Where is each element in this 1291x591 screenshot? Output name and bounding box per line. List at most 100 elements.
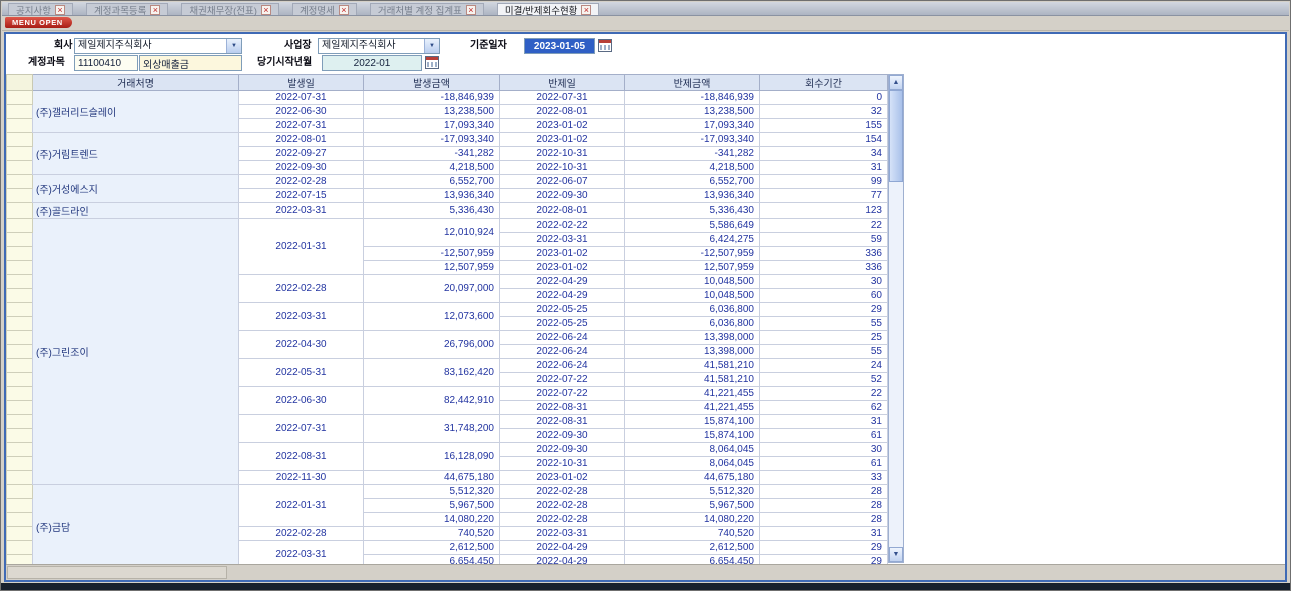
grid-cell[interactable]: 2023-01-02 xyxy=(500,247,625,261)
grid-cell[interactable]: -341,282 xyxy=(625,147,760,161)
customer-name-cell[interactable]: (주)골드라인 xyxy=(33,203,239,219)
grid-cell[interactable]: 2022-08-01 xyxy=(500,105,625,119)
calendar-icon[interactable] xyxy=(598,39,612,52)
grid-cell[interactable]: 5,336,430 xyxy=(625,203,760,219)
grid-cell[interactable]: 31 xyxy=(760,161,888,175)
grid-cell[interactable]: 2022-04-30 xyxy=(239,331,364,359)
customer-name-cell[interactable]: (주)거성에스지 xyxy=(33,175,239,203)
grid-cell[interactable]: 2022-01-31 xyxy=(239,219,364,275)
grid-cell[interactable]: 336 xyxy=(760,261,888,275)
grid-cell[interactable]: 2022-06-24 xyxy=(500,331,625,345)
grid-cell[interactable]: 15,874,100 xyxy=(625,415,760,429)
row-header-cell[interactable] xyxy=(7,443,33,457)
scroll-up-icon[interactable]: ▲ xyxy=(889,75,903,90)
grid-cell[interactable]: 155 xyxy=(760,119,888,133)
grid-cell[interactable]: 2022-03-31 xyxy=(500,527,625,541)
grid-cell[interactable]: 2022-02-28 xyxy=(500,499,625,513)
grid-cell[interactable]: 2022-09-27 xyxy=(239,147,364,161)
grid-cell[interactable]: 61 xyxy=(760,457,888,471)
row-header-cell[interactable] xyxy=(7,317,33,331)
grid-cell[interactable]: 12,073,600 xyxy=(364,303,500,331)
grid-cell[interactable]: 2022-02-28 xyxy=(500,485,625,499)
grid-cell[interactable]: 31 xyxy=(760,415,888,429)
grid-cell[interactable]: 14,080,220 xyxy=(625,513,760,527)
grid-cell[interactable]: 2,612,500 xyxy=(364,541,500,555)
grid-cell[interactable]: -12,507,959 xyxy=(625,247,760,261)
grid-cell[interactable]: 2022-10-31 xyxy=(500,147,625,161)
row-header-cell[interactable] xyxy=(7,161,33,175)
grid-cell[interactable]: 30 xyxy=(760,275,888,289)
grid-cell[interactable]: 10,048,500 xyxy=(625,275,760,289)
row-header-cell[interactable] xyxy=(7,175,33,189)
grid-cell[interactable]: 13,238,500 xyxy=(625,105,760,119)
grid-cell[interactable]: 2022-02-28 xyxy=(500,513,625,527)
grid-cell[interactable]: 2022-08-01 xyxy=(239,133,364,147)
grid-cell[interactable]: 61 xyxy=(760,429,888,443)
row-header-cell[interactable] xyxy=(7,247,33,261)
account-code-input[interactable] xyxy=(74,55,138,71)
row-header-cell[interactable] xyxy=(7,359,33,373)
grid-cell[interactable]: 83,162,420 xyxy=(364,359,500,387)
grid-cell[interactable]: 82,442,910 xyxy=(364,387,500,415)
tab-customer-account-summary[interactable]: 거래처별 계정 집계표× xyxy=(370,3,484,15)
customer-name-cell[interactable]: (주)거림트렌드 xyxy=(33,133,239,175)
dropdown-arrow-icon[interactable]: ▼ xyxy=(424,39,439,53)
grid-cell[interactable]: 5,967,500 xyxy=(625,499,760,513)
row-header-cell[interactable] xyxy=(7,133,33,147)
grid-cell[interactable]: 740,520 xyxy=(364,527,500,541)
base-date-input[interactable] xyxy=(524,38,595,54)
grid-cell[interactable]: 22 xyxy=(760,219,888,233)
grid-cell[interactable]: 52 xyxy=(760,373,888,387)
row-header-cell[interactable] xyxy=(7,189,33,203)
tab-close-icon[interactable]: × xyxy=(55,5,65,15)
grid-cell[interactable]: 2022-07-31 xyxy=(500,91,625,105)
tab-pending-settlement-status[interactable]: 미결/반제회수현황× xyxy=(497,3,600,15)
grid-cell[interactable]: 33 xyxy=(760,471,888,485)
grid-cell[interactable]: 6,552,700 xyxy=(625,175,760,189)
grid-cell[interactable]: -18,846,939 xyxy=(364,91,500,105)
grid-cell[interactable]: 0 xyxy=(760,91,888,105)
grid-cell[interactable]: 2022-09-30 xyxy=(500,429,625,443)
grid-cell[interactable]: 2022-07-22 xyxy=(500,373,625,387)
bizplace-select[interactable]: 제일제지주식회사 ▼ xyxy=(318,38,440,54)
grid-cell[interactable]: 31,748,200 xyxy=(364,415,500,443)
horizontal-scrollbar[interactable] xyxy=(6,564,1285,580)
grid-cell[interactable]: 2022-04-29 xyxy=(500,289,625,303)
grid-cell[interactable]: 2023-01-02 xyxy=(500,261,625,275)
row-header-cell[interactable] xyxy=(7,331,33,345)
grid-cell[interactable]: 13,398,000 xyxy=(625,345,760,359)
grid-cell[interactable]: 2022-07-31 xyxy=(239,119,364,133)
grid-cell[interactable]: 59 xyxy=(760,233,888,247)
grid-cell[interactable]: 2022-10-31 xyxy=(500,457,625,471)
grid-cell[interactable]: 2022-05-25 xyxy=(500,303,625,317)
grid-cell[interactable]: 13,936,340 xyxy=(625,189,760,203)
grid-cell[interactable]: 2022-09-30 xyxy=(500,443,625,457)
tab-account-registration[interactable]: 계정과목등록× xyxy=(86,3,168,15)
grid-cell[interactable]: 2022-02-28 xyxy=(239,175,364,189)
grid-cell[interactable]: 8,064,045 xyxy=(625,457,760,471)
grid-cell[interactable]: 2022-04-29 xyxy=(500,275,625,289)
grid-cell[interactable]: 41,221,455 xyxy=(625,387,760,401)
row-header-cell[interactable] xyxy=(7,303,33,317)
grid-cell[interactable]: 5,586,649 xyxy=(625,219,760,233)
row-header-cell[interactable] xyxy=(7,387,33,401)
grid-cell[interactable]: 41,581,210 xyxy=(625,359,760,373)
grid-cell[interactable]: 2022-08-31 xyxy=(500,401,625,415)
grid-cell[interactable]: 17,093,340 xyxy=(364,119,500,133)
grid-cell[interactable]: 2,612,500 xyxy=(625,541,760,555)
grid-cell[interactable]: 2023-01-02 xyxy=(500,119,625,133)
period-start-input[interactable] xyxy=(322,55,422,71)
grid-cell[interactable]: 2023-01-02 xyxy=(500,133,625,147)
row-header-cell[interactable] xyxy=(7,401,33,415)
customer-name-cell[interactable]: (주)금담 xyxy=(33,485,239,569)
grid-cell[interactable]: 22 xyxy=(760,387,888,401)
grid-cell[interactable]: 13,936,340 xyxy=(364,189,500,203)
grid-cell[interactable]: 2022-06-24 xyxy=(500,359,625,373)
grid-cell[interactable]: 4,218,500 xyxy=(625,161,760,175)
grid-cell[interactable]: 41,581,210 xyxy=(625,373,760,387)
grid-cell[interactable]: 55 xyxy=(760,317,888,331)
grid-cell[interactable]: 41,221,455 xyxy=(625,401,760,415)
grid-cell[interactable]: 15,874,100 xyxy=(625,429,760,443)
grid-cell[interactable]: 2022-09-30 xyxy=(239,161,364,175)
grid-cell[interactable]: 60 xyxy=(760,289,888,303)
